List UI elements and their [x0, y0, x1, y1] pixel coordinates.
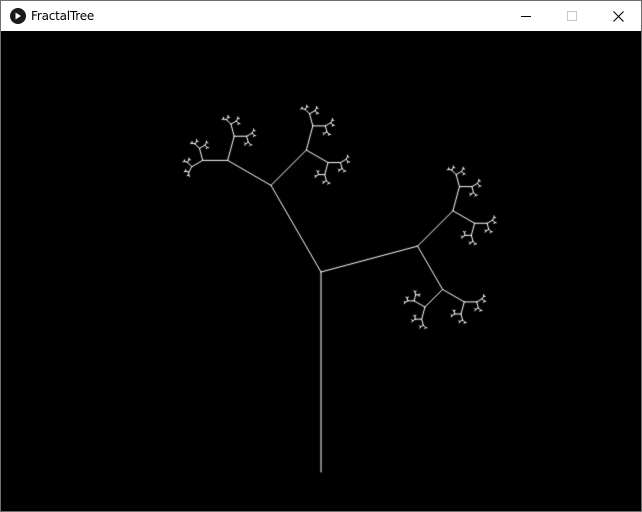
maximize-icon [567, 11, 577, 21]
close-icon [612, 10, 624, 22]
sketch-canvas-area[interactable] [1, 31, 641, 511]
maximize-button[interactable] [549, 1, 595, 31]
play-icon [10, 8, 26, 24]
fractal-tree-canvas[interactable] [1, 31, 641, 511]
minimize-button[interactable] [503, 1, 549, 31]
window-controls [503, 1, 641, 31]
close-button[interactable] [595, 1, 641, 31]
minimize-icon [521, 16, 531, 17]
window-title: FractalTree [31, 9, 95, 23]
app-window: FractalTree [0, 0, 642, 512]
title-bar[interactable]: FractalTree [1, 1, 641, 31]
